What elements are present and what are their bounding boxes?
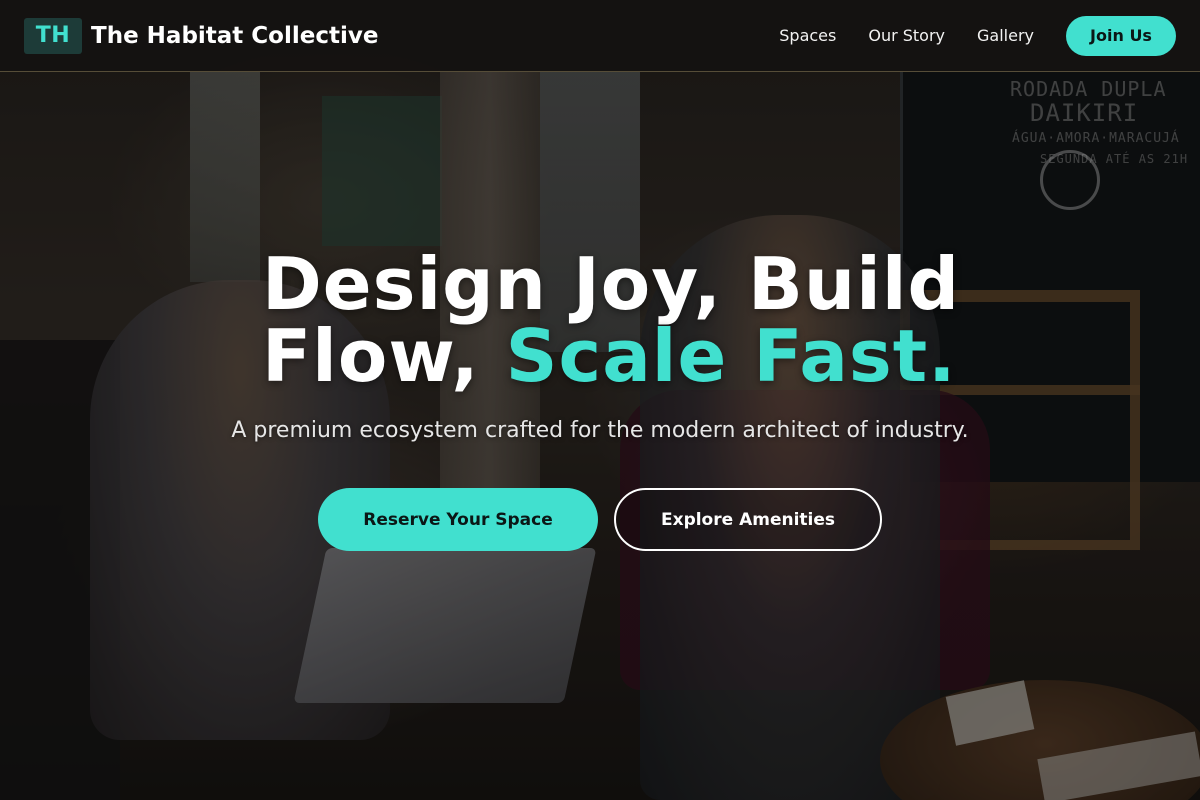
headline-accent: Scale Fast.: [505, 314, 957, 398]
brand-name: The Habitat Collective: [91, 22, 379, 49]
nav-link-our-story[interactable]: Our Story: [868, 26, 945, 45]
hero-dark-overlay: [0, 0, 1200, 800]
hero-subheadline: A premium ecosystem crafted for the mode…: [231, 418, 969, 443]
brand-logo-link[interactable]: TH The Habitat Collective: [24, 17, 379, 54]
top-navbar: TH The Habitat Collective Spaces Our Sto…: [0, 0, 1200, 72]
nav-link-spaces[interactable]: Spaces: [779, 26, 836, 45]
join-us-button[interactable]: Join Us: [1066, 15, 1176, 56]
hero-headline: Design Joy, Build Flow, Scale Fast.: [262, 248, 982, 392]
explore-amenities-button[interactable]: Explore Amenities: [614, 488, 882, 551]
nav-link-gallery[interactable]: Gallery: [977, 26, 1034, 45]
headline-line-2-prefix: Flow,: [262, 314, 506, 398]
reserve-space-button[interactable]: Reserve Your Space: [318, 488, 598, 551]
brand-mark-logo: TH: [24, 17, 82, 54]
nav-links: Spaces Our Story Gallery Join Us: [779, 15, 1176, 56]
